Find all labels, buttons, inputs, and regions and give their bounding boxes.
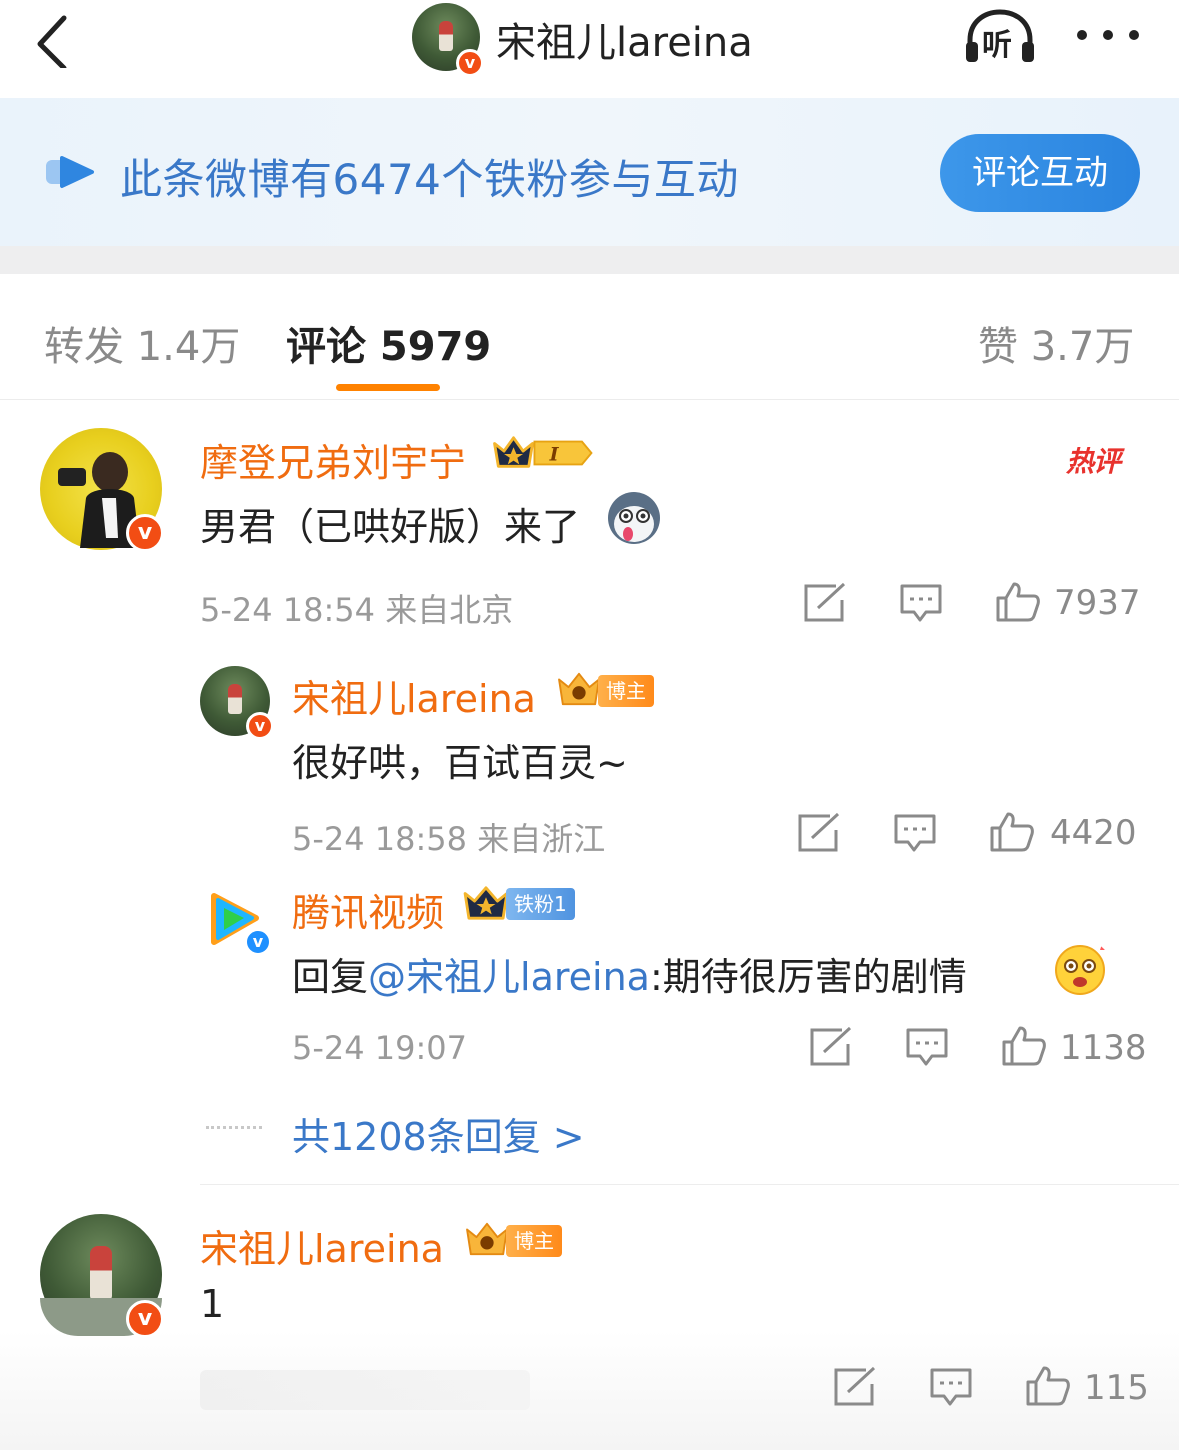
commenter-name[interactable]: 宋祖儿lareina (200, 1218, 444, 1273)
bottom-fade (0, 1330, 1179, 1450)
like-count: 115 (1084, 1368, 1149, 1408)
fan-banner: 此条微博有6474个铁粉参与互动 评论互动 (0, 98, 1179, 246)
comment-icon[interactable] (928, 1366, 974, 1408)
repost-icon[interactable] (802, 582, 848, 624)
top-bar: v 宋祖儿lareina 听 (0, 0, 1179, 98)
husky-emoji-icon (608, 492, 660, 544)
commenter-avatar[interactable]: v (40, 1214, 164, 1338)
reply-text: 很好哄，百试百灵~ (292, 741, 628, 785)
tab-reposts[interactable]: 转发 1.4万 (44, 314, 240, 372)
crown-icon (558, 672, 600, 706)
reply-text: 回复@宋祖儿lareina:期待很厉害的剧情 (292, 946, 967, 1001)
reply-thread-dots (206, 1126, 262, 1129)
verified-badge: v (126, 514, 164, 552)
reply-body: :期待很厉害的剧情 (649, 955, 967, 999)
page-title[interactable]: 宋祖儿lareina (496, 10, 753, 68)
thumbs-up-icon[interactable] (1000, 1024, 1046, 1066)
comment-text: 男君（已哄好版）来了 (200, 505, 581, 549)
crown-icon (466, 1222, 508, 1256)
like-count: 4420 (1050, 813, 1137, 853)
repost-icon[interactable] (796, 812, 842, 854)
comment-interact-button[interactable]: 评论互动 (940, 134, 1140, 212)
chevron-left-icon (37, 15, 67, 71)
verified-badge: v (246, 712, 274, 740)
reply-time: 5-24 19:07 (292, 1029, 468, 1067)
verified-badge: v (126, 1300, 164, 1338)
section-gap (0, 246, 1179, 274)
thumbs-up-icon[interactable] (1024, 1364, 1070, 1406)
view-more-replies-link[interactable]: 共1208条回复 > (292, 1106, 585, 1161)
reply-avatar[interactable]: v (200, 884, 272, 956)
reply-name[interactable]: 宋祖儿lareina (292, 668, 536, 723)
comment-icon[interactable] (898, 582, 944, 624)
back-button[interactable] (30, 8, 80, 71)
thumbs-up-icon[interactable] (994, 580, 1040, 622)
hot-comment-tag: 热评 (1066, 445, 1121, 478)
like-count: 7937 (1054, 583, 1141, 623)
author-tag: 博主 (598, 675, 654, 707)
comment-icon[interactable] (892, 812, 938, 854)
fan-tag: 铁粉1 (506, 888, 575, 920)
fan-level-badge[interactable]: I (488, 434, 598, 472)
play-arrow-icon (46, 156, 94, 188)
repost-icon[interactable] (832, 1366, 878, 1408)
reply-name[interactable]: 腾讯视频 (292, 882, 444, 937)
active-tab-indicator (336, 384, 440, 391)
repost-icon[interactable] (808, 1026, 854, 1068)
tab-comments[interactable]: 评论 5979 (286, 314, 491, 372)
listen-label: 听 (982, 28, 1012, 63)
comment-text: 1 (200, 1282, 225, 1326)
mention-link[interactable]: @宋祖儿lareina (368, 955, 650, 999)
commenter-avatar[interactable]: v (40, 428, 164, 552)
more-dots-icon (1077, 30, 1139, 40)
reply-time: 5-24 18:58 来自浙江 (292, 820, 606, 858)
like-count: 1138 (1060, 1028, 1147, 1068)
comment-divider (200, 1184, 1179, 1185)
verified-badge: v (456, 49, 484, 77)
reply-avatar[interactable]: v (200, 666, 274, 740)
listen-button[interactable]: 听 (962, 6, 1038, 66)
header-avatar[interactable]: v (412, 3, 484, 77)
crown-icon (463, 886, 509, 920)
verified-badge: v (244, 928, 272, 956)
commenter-name[interactable]: 摩登兄弟刘宇宁 (200, 432, 466, 487)
author-tag: 博主 (506, 1225, 562, 1257)
tab-likes[interactable]: 赞 3.7万 (978, 314, 1134, 372)
reply-prefix: 回复 (292, 955, 369, 999)
blurred-content (200, 1370, 530, 1410)
thumbs-up-icon[interactable] (988, 810, 1034, 852)
comment-time: 5-24 18:54 来自北京 (200, 591, 514, 629)
excited-emoji-icon (1055, 944, 1106, 995)
tab-bar: 转发 1.4万 评论 5979 赞 3.7万 (0, 274, 1179, 400)
badge-level: I (549, 444, 560, 466)
comment-icon[interactable] (904, 1026, 950, 1068)
more-button[interactable] (1074, 20, 1144, 50)
fan-banner-text: 此条微博有6474个铁粉参与互动 (120, 155, 739, 204)
